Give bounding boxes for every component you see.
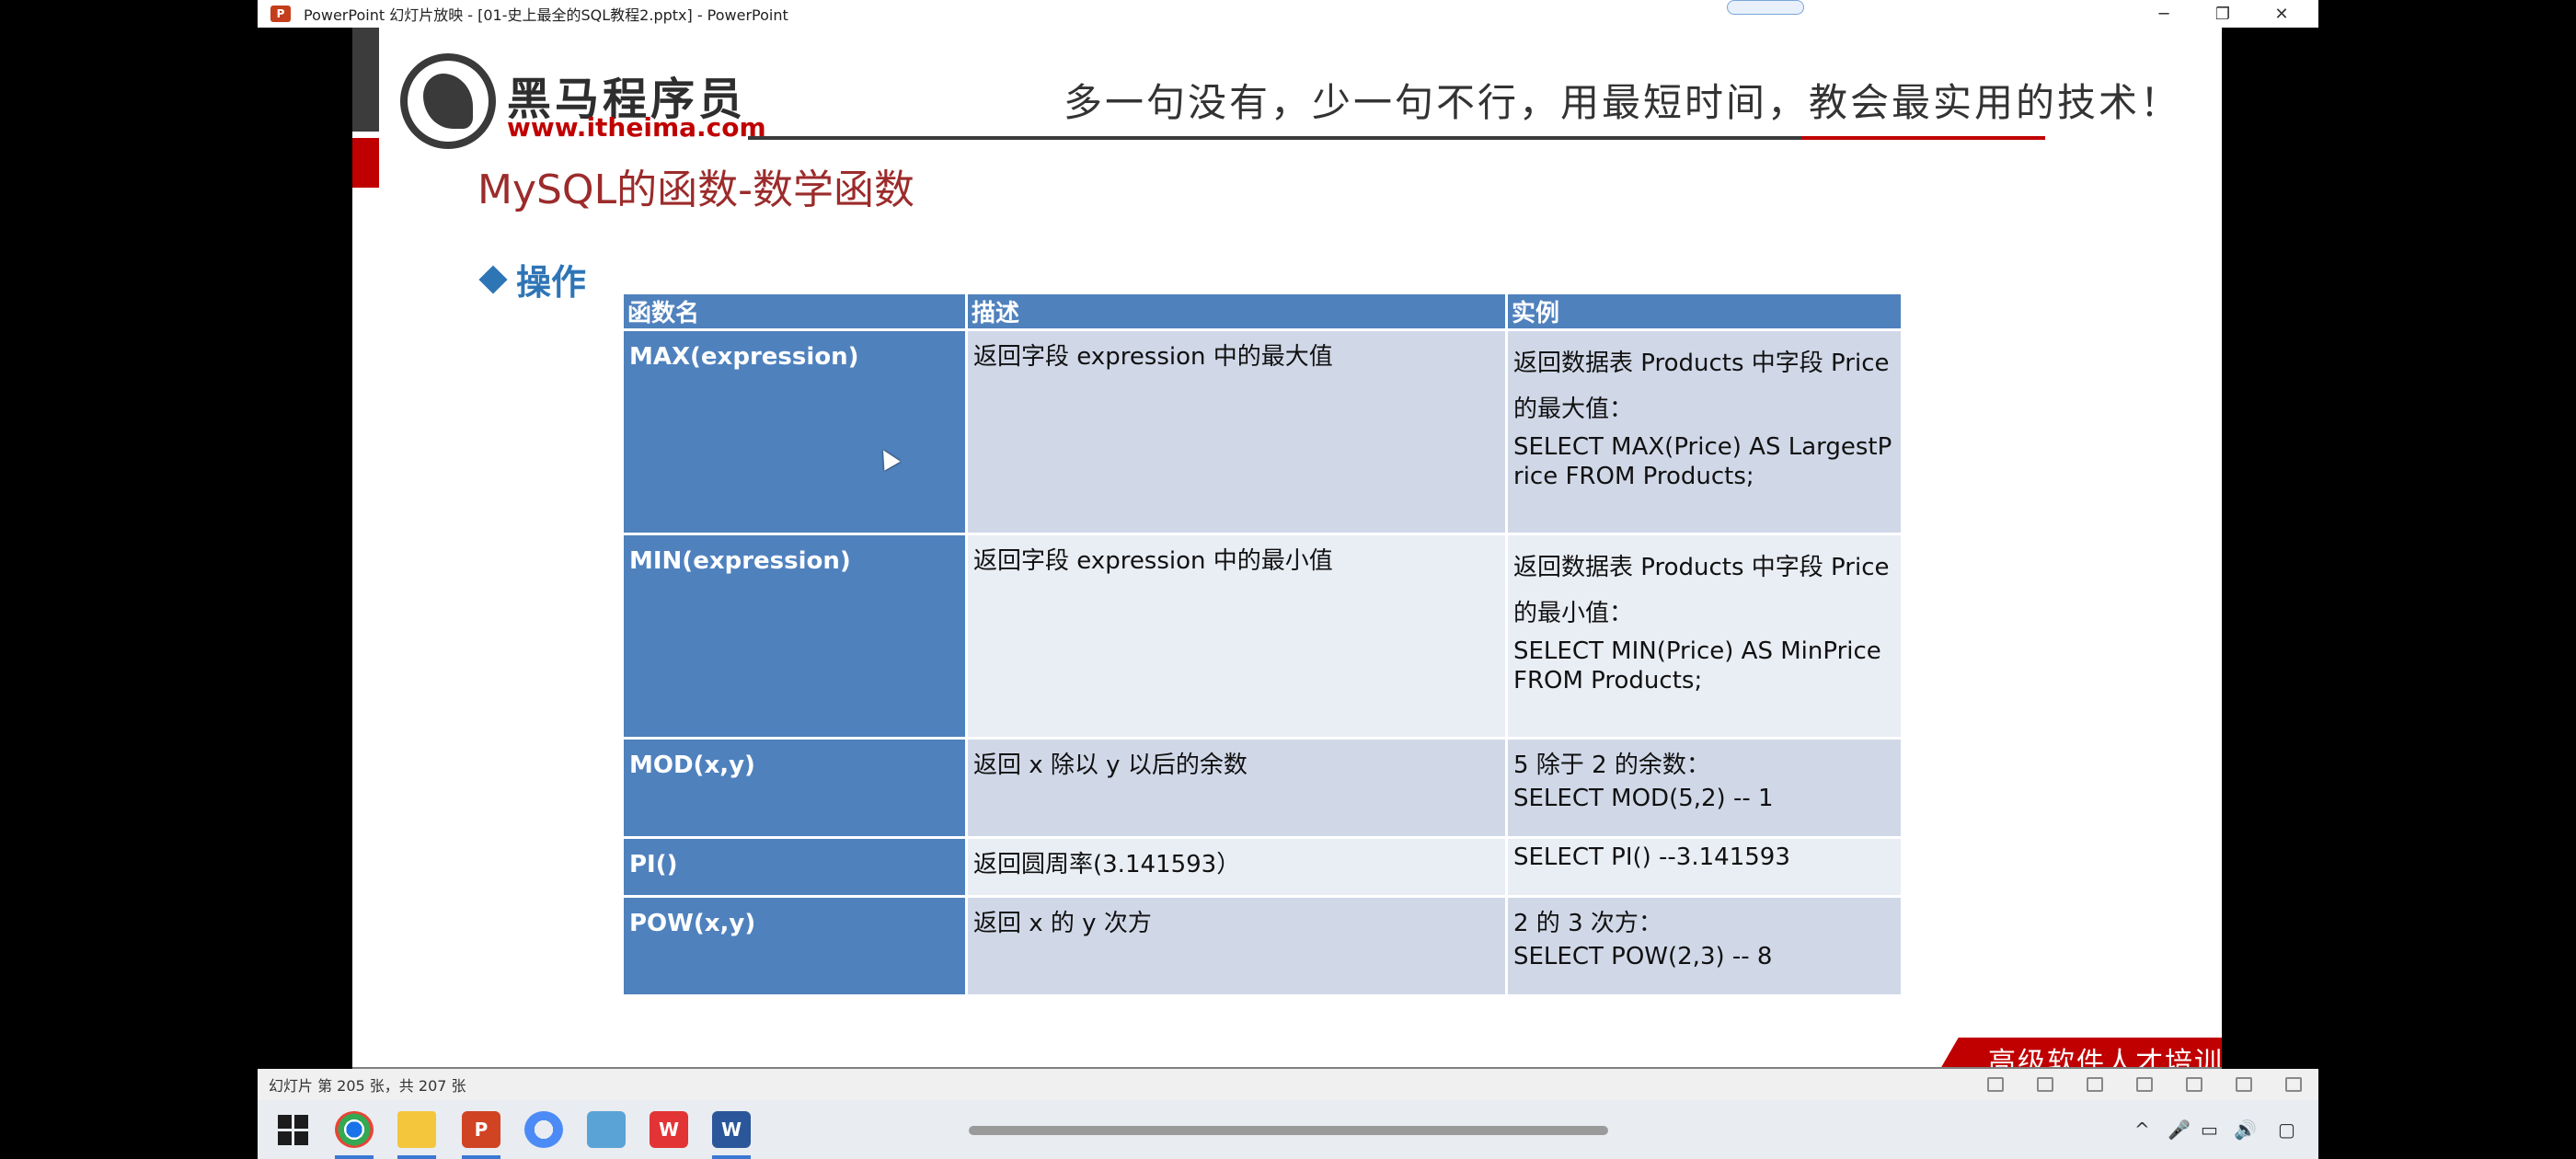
normal-view-icon[interactable] [1987, 1077, 2004, 1092]
file-explorer-icon[interactable] [397, 1111, 436, 1148]
running-indicator [335, 1155, 374, 1159]
table-row: MOD(x,y) 返回 x 除以 y 以后的余数 5 除于 2 的余数： SEL… [621, 737, 1903, 839]
fit-slide-icon[interactable] [2186, 1077, 2202, 1092]
slide-sorter-icon[interactable] [2037, 1077, 2053, 1092]
example-text: 的最大值： [1513, 396, 1634, 423]
slide-title: MySQL的函数-数学函数 [477, 166, 914, 213]
reading-view-icon[interactable] [2087, 1077, 2103, 1092]
close-button[interactable]: ✕ [2252, 0, 2311, 28]
header-description: 描述 [965, 292, 1508, 331]
table-row: MIN(expression) 返回字段 expression 中的最小值 返回… [621, 533, 1903, 740]
running-indicator [462, 1155, 500, 1159]
section-heading: 操作 [477, 254, 586, 304]
example-text: 的最小值： [1513, 600, 1634, 627]
example-cell: 返回数据表 Products 中字段 Price 的最小值： SELECT MI… [1505, 533, 1903, 740]
table-header-row: 函数名 描述 实例 [621, 292, 1903, 331]
header-function-name: 函数名 [621, 292, 968, 331]
status-bar: 幻灯片 第 205 张，共 207 张 [258, 1069, 2318, 1100]
description-cell: 返回圆周率(3.141593） [965, 836, 1508, 898]
header-divider [748, 136, 1801, 140]
video-scrollbar[interactable] [969, 1126, 1608, 1135]
example-sql: SELECT MOD(5,2) -- 1 [1513, 785, 1774, 812]
slideshow-view-icon[interactable] [2136, 1077, 2153, 1092]
chrome-icon[interactable] [335, 1111, 374, 1148]
header-divider-accent [1801, 136, 2045, 140]
powerpoint-titlebar: P PowerPoint 幻灯片放映 - [01-史上最全的SQL教程2.ppt… [258, 0, 2318, 28]
app-icon[interactable] [587, 1111, 626, 1148]
description-cell: 返回字段 expression 中的最大值 [965, 328, 1508, 535]
example-text: 返回数据表 Products 中字段 Price [1513, 350, 1890, 377]
table-row: POW(x,y) 返回 x 的 y 次方 2 的 3 次方： SELECT PO… [621, 895, 1903, 997]
logo-url: www.itheima.com [507, 112, 766, 143]
horse-head-shape [423, 74, 473, 129]
section-label: 操作 [516, 262, 587, 303]
example-sql: SELECT POW(2,3) -- 8 [1513, 943, 1773, 970]
slide[interactable]: 黑马程序员 www.itheima.com 多一句没有，少一句不行，用最短时间，… [352, 28, 2222, 1069]
function-name-cell: POW(x,y) [621, 895, 968, 997]
minimize-button[interactable]: ─ [2134, 0, 2193, 28]
example-cell: SELECT PI() --3.141593 [1505, 836, 1903, 898]
side-accent-red [352, 138, 379, 188]
slide-counter: 幻灯片 第 205 张，共 207 张 [269, 1077, 466, 1095]
wps-icon[interactable]: W [650, 1111, 688, 1148]
horse-logo-icon [400, 53, 496, 149]
function-name-cell: MOD(x,y) [621, 737, 968, 839]
powerpoint-app-icon: P [270, 6, 291, 22]
running-indicator [397, 1155, 436, 1159]
screen: P PowerPoint 幻灯片放映 - [01-史上最全的SQL教程2.ppt… [0, 0, 2576, 1159]
powerpoint-icon[interactable]: P [462, 1111, 500, 1148]
example-sql: SELECT MAX(Price) AS LargestPrice FROM P… [1513, 433, 1892, 490]
zoom-icon[interactable] [2236, 1077, 2252, 1092]
description-cell: 返回字段 expression 中的最小值 [965, 533, 1508, 740]
example-sql: SELECT MIN(Price) AS MinPrice FROM Produ… [1513, 637, 1881, 694]
table-row: PI() 返回圆周率(3.141593） SELECT PI() --3.141… [621, 836, 1903, 898]
window-title: PowerPoint 幻灯片放映 - [01-史上最全的SQL教程2.pptx]… [304, 6, 788, 24]
running-indicator [712, 1155, 751, 1159]
fullscreen-icon[interactable] [2285, 1077, 2302, 1092]
example-sql: SELECT PI() --3.141593 [1513, 843, 1790, 871]
example-text: 2 的 3 次方： [1513, 910, 1662, 937]
example-text: 5 除于 2 的余数： [1513, 752, 1710, 779]
notification-icon[interactable]: ▢ [2278, 1119, 2295, 1141]
start-icon[interactable] [274, 1111, 313, 1148]
slogan: 多一句没有，少一句不行，用最短时间，教会最实用的技术！ [1064, 80, 2182, 125]
microphone-icon[interactable]: 🎤 [2168, 1119, 2191, 1141]
cloud-drive-icon[interactable] [524, 1111, 563, 1148]
volume-icon[interactable]: 🔊 [2234, 1119, 2257, 1141]
word-icon[interactable]: W [712, 1111, 751, 1148]
network-icon[interactable]: ▭ [2201, 1119, 2218, 1141]
tray-expand-icon[interactable]: ^ [2134, 1119, 2150, 1141]
example-cell: 2 的 3 次方： SELECT POW(2,3) -- 8 [1505, 895, 1903, 997]
example-cell: 5 除于 2 的余数： SELECT MOD(5,2) -- 1 [1505, 737, 1903, 839]
diamond-bullet-icon [478, 264, 508, 294]
side-accent-grey [352, 28, 379, 132]
description-cell: 返回 x 的 y 次方 [965, 895, 1508, 997]
slide-show-area: 黑马程序员 www.itheima.com 多一句没有，少一句不行，用最短时间，… [258, 28, 2318, 1069]
header-example: 实例 [1505, 292, 1903, 331]
title-bar-handle[interactable] [1727, 0, 1804, 15]
restore-button[interactable]: ❐ [2193, 0, 2252, 28]
windows-taskbar: P W W ^ 🎤 ▭ 🔊 ▢ [258, 1100, 2318, 1159]
banner-text: 高级软件人才培训专家 [1988, 1047, 2222, 1069]
example-cell: 返回数据表 Products 中字段 Price 的最大值： SELECT MA… [1505, 328, 1903, 535]
function-name-cell: MAX(expression) [621, 328, 968, 535]
function-name-cell: PI() [621, 836, 968, 898]
math-functions-table: 函数名 描述 实例 MAX(expression) 返回字段 expressio… [621, 292, 1903, 997]
description-cell: 返回 x 除以 y 以后的余数 [965, 737, 1508, 839]
example-text: 返回数据表 Products 中字段 Price [1513, 554, 1890, 581]
table-row: MAX(expression) 返回字段 expression 中的最大值 返回… [621, 328, 1903, 535]
function-name-cell: MIN(expression) [621, 533, 968, 740]
